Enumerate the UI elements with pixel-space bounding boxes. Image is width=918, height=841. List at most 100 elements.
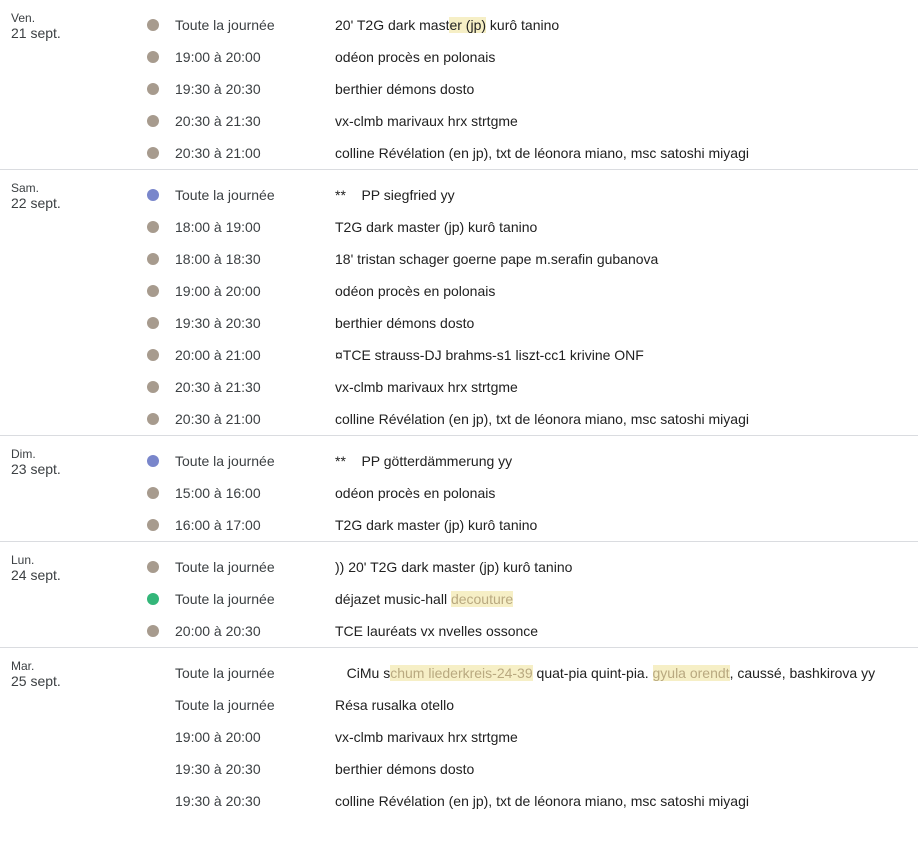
- calendar-color-dot-icon: [147, 731, 159, 743]
- event-title: )) 20' T2G dark master (jp) kurô tanino: [335, 551, 572, 583]
- event-title: 20' T2G dark master (jp) kurô tanino: [335, 9, 559, 41]
- event-row[interactable]: 20:00 à 20:30 TCE lauréats vx nvelles oss…: [0, 615, 918, 647]
- event-title-text: colline Révélation (en jp), txt de léono…: [335, 145, 749, 161]
- event-title-text: berthier démons dosto: [335, 81, 475, 97]
- event-title: vx-clmb marivaux hrx strtgme: [335, 105, 518, 137]
- event-title: T2G dark master (jp) kurô tanino: [335, 509, 537, 541]
- event-time: Toute la journée: [175, 187, 275, 203]
- event-title-highlight: gyula orendt: [652, 665, 730, 681]
- event-row[interactable]: 19:00 à 20:00 vx-clmb marivaux hrx strtgm…: [0, 721, 918, 753]
- calendar-color-dot-icon: [147, 51, 159, 63]
- event-title: ** PP siegfried yy: [335, 179, 455, 211]
- event-title-text: quat-pia quint-pia.: [532, 665, 653, 681]
- event-title-text: déjazet music-hall: [335, 591, 451, 607]
- calendar-color-dot-icon: [147, 519, 159, 531]
- event-title-text: odéon procès en polonais: [335, 49, 496, 65]
- event-title-text: vx-clmb marivaux hrx strtgme: [335, 113, 518, 129]
- event-title-text: berthier démons dosto: [335, 315, 475, 331]
- event-row[interactable]: 19:30 à 20:30 berthier démons dosto: [0, 73, 918, 105]
- agenda-list: Ven. 21 sept. Toute la journée 20' T2G dark…: [0, 0, 918, 817]
- calendar-color-dot-icon: [147, 115, 159, 127]
- calendar-color-dot-icon: [147, 667, 159, 679]
- event-title-text: berthier démons dosto: [335, 761, 475, 777]
- event-row[interactable]: 20:00 à 21:00 ¤TCE strauss-DJ brahms-s1 l…: [0, 339, 918, 371]
- event-title: T2G dark master (jp) kurô tanino: [335, 211, 537, 243]
- event-title: CiMu schum liederkreis-24-39 quat-pia qu…: [335, 657, 875, 689]
- calendar-color-dot-icon: [147, 455, 159, 467]
- event-title-text: T2G dark master (jp) kurô tanino: [335, 219, 538, 235]
- event-title-text: TCE lauréats vx nvelles ossonce: [335, 623, 539, 639]
- event-title-text: )) 20' T2G dark master (jp) kurô tanino: [335, 559, 573, 575]
- calendar-color-dot-icon: [147, 349, 159, 361]
- event-row[interactable]: 19:30 à 20:30 berthier démons dosto: [0, 307, 918, 339]
- calendar-color-dot-icon: [147, 413, 159, 425]
- event-title: colline Révélation (en jp), txt de léono…: [335, 403, 749, 435]
- calendar-color-dot-icon: [147, 763, 159, 775]
- event-row[interactable]: Toute la journée Résa rusalka otello: [0, 689, 918, 721]
- event-row[interactable]: 18:00 à 19:00 T2G dark master (jp) kurô t…: [0, 211, 918, 243]
- calendar-color-dot-icon: [147, 285, 159, 297]
- event-row[interactable]: 15:00 à 16:00 odéon procès en polonais: [0, 477, 918, 509]
- event-title-text: CiMu s: [335, 665, 391, 681]
- event-time: 19:00 à 20:00: [175, 49, 261, 65]
- event-title-text: 20' T2G dark mast: [335, 17, 450, 33]
- calendar-color-dot-icon: [147, 147, 159, 159]
- day-group: Ven. 21 sept. Toute la journée 20' T2G dark…: [0, 0, 918, 170]
- event-title-text: ¤TCE strauss-DJ brahms-s1 liszt-cc1 kriv…: [335, 347, 644, 363]
- event-title: colline Révélation (en jp), txt de léono…: [335, 785, 749, 817]
- event-time: Toute la journée: [175, 453, 275, 469]
- event-time: 19:00 à 20:00: [175, 729, 261, 745]
- event-row[interactable]: Toute la journée ** PP götterdämmerung yy: [0, 445, 918, 477]
- event-row[interactable]: Toute la journée)) 20' T2G dark master (…: [0, 551, 918, 583]
- event-time: 19:00 à 20:00: [175, 283, 261, 299]
- event-row[interactable]: 18:00 à 18:30 18' tristan schager goerne …: [0, 243, 918, 275]
- event-title-text: odéon procès en polonais: [335, 485, 496, 501]
- event-title: odéon procès en polonais: [335, 477, 495, 509]
- event-title: odéon procès en polonais: [335, 275, 495, 307]
- event-title: berthier démons dosto: [335, 307, 474, 339]
- event-title: déjazet music-hall decouture: [335, 583, 514, 615]
- day-group: Lun. 24 sept. Toute la journée)) 20' T2G d…: [0, 542, 918, 648]
- event-row[interactable]: 20:30 à 21:00 colline Révélation (en jp),…: [0, 137, 918, 169]
- day-group: Sam. 22 sept. Toute la journée ** PP siegfr…: [0, 170, 918, 436]
- calendar-color-dot-icon: [147, 381, 159, 393]
- event-time: 20:30 à 21:30: [175, 113, 261, 129]
- event-time: 19:30 à 20:30: [175, 761, 261, 777]
- event-title-text: kurô tanino: [486, 17, 560, 33]
- event-time: 20:30 à 21:00: [175, 411, 261, 427]
- event-row[interactable]: 19:00 à 20:00 odéon procès en polonais: [0, 41, 918, 73]
- event-title-highlight: chum liederkreis-24-39: [390, 665, 533, 681]
- event-row[interactable]: 19:30 à 20:30 colline Révélation (en jp),…: [0, 785, 918, 817]
- event-row[interactable]: Toute la journée déjazet music-hall decou…: [0, 583, 918, 615]
- event-row[interactable]: 19:30 à 20:30 berthier démons dosto: [0, 753, 918, 785]
- event-title-text: colline Révélation (en jp), txt de léono…: [335, 411, 749, 427]
- event-time: Toute la journée: [175, 17, 275, 33]
- event-row[interactable]: Toute la journée ** PP siegfried yy: [0, 179, 918, 211]
- event-row[interactable]: 19:00 à 20:00 odéon procès en polonais: [0, 275, 918, 307]
- event-time: Toute la journée: [175, 697, 275, 713]
- event-title-text: , caussé, bashkirova yy: [729, 665, 876, 681]
- event-time: 20:30 à 21:00: [175, 145, 261, 161]
- calendar-color-dot-icon: [147, 795, 159, 807]
- event-title: ** PP götterdämmerung yy: [335, 445, 512, 477]
- event-time: 20:30 à 21:30: [175, 379, 261, 395]
- event-time: 18:00 à 18:30: [175, 251, 261, 267]
- day-group: Mar. 25 sept. Toute la journée CiMu schum …: [0, 648, 918, 817]
- event-row[interactable]: Toute la journée CiMu schum liederkreis-…: [0, 657, 918, 689]
- event-title: berthier démons dosto: [335, 753, 474, 785]
- event-row[interactable]: 20:30 à 21:00 colline Révélation (en jp),…: [0, 403, 918, 435]
- event-row[interactable]: Toute la journée 20' T2G dark master (jp)…: [0, 9, 918, 41]
- event-row[interactable]: 20:30 à 21:30 vx-clmb marivaux hrx strtgm…: [0, 105, 918, 137]
- calendar-color-dot-icon: [147, 221, 159, 233]
- event-time: 20:00 à 21:00: [175, 347, 261, 363]
- calendar-color-dot-icon: [147, 317, 159, 329]
- event-title-text: vx-clmb marivaux hrx strtgme: [335, 729, 518, 745]
- event-title-text: 18' tristan schager goerne pape m.serafi…: [335, 251, 659, 267]
- event-title-text: odéon procès en polonais: [335, 283, 496, 299]
- event-title-highlight: er (jp): [449, 17, 487, 33]
- event-row[interactable]: 16:00 à 17:00 T2G dark master (jp) kurô t…: [0, 509, 918, 541]
- event-row[interactable]: 20:30 à 21:30 vx-clmb marivaux hrx strtgm…: [0, 371, 918, 403]
- event-time: 19:30 à 20:30: [175, 793, 261, 809]
- event-title: colline Révélation (en jp), txt de léono…: [335, 137, 749, 169]
- event-time: Toute la journée: [175, 665, 275, 681]
